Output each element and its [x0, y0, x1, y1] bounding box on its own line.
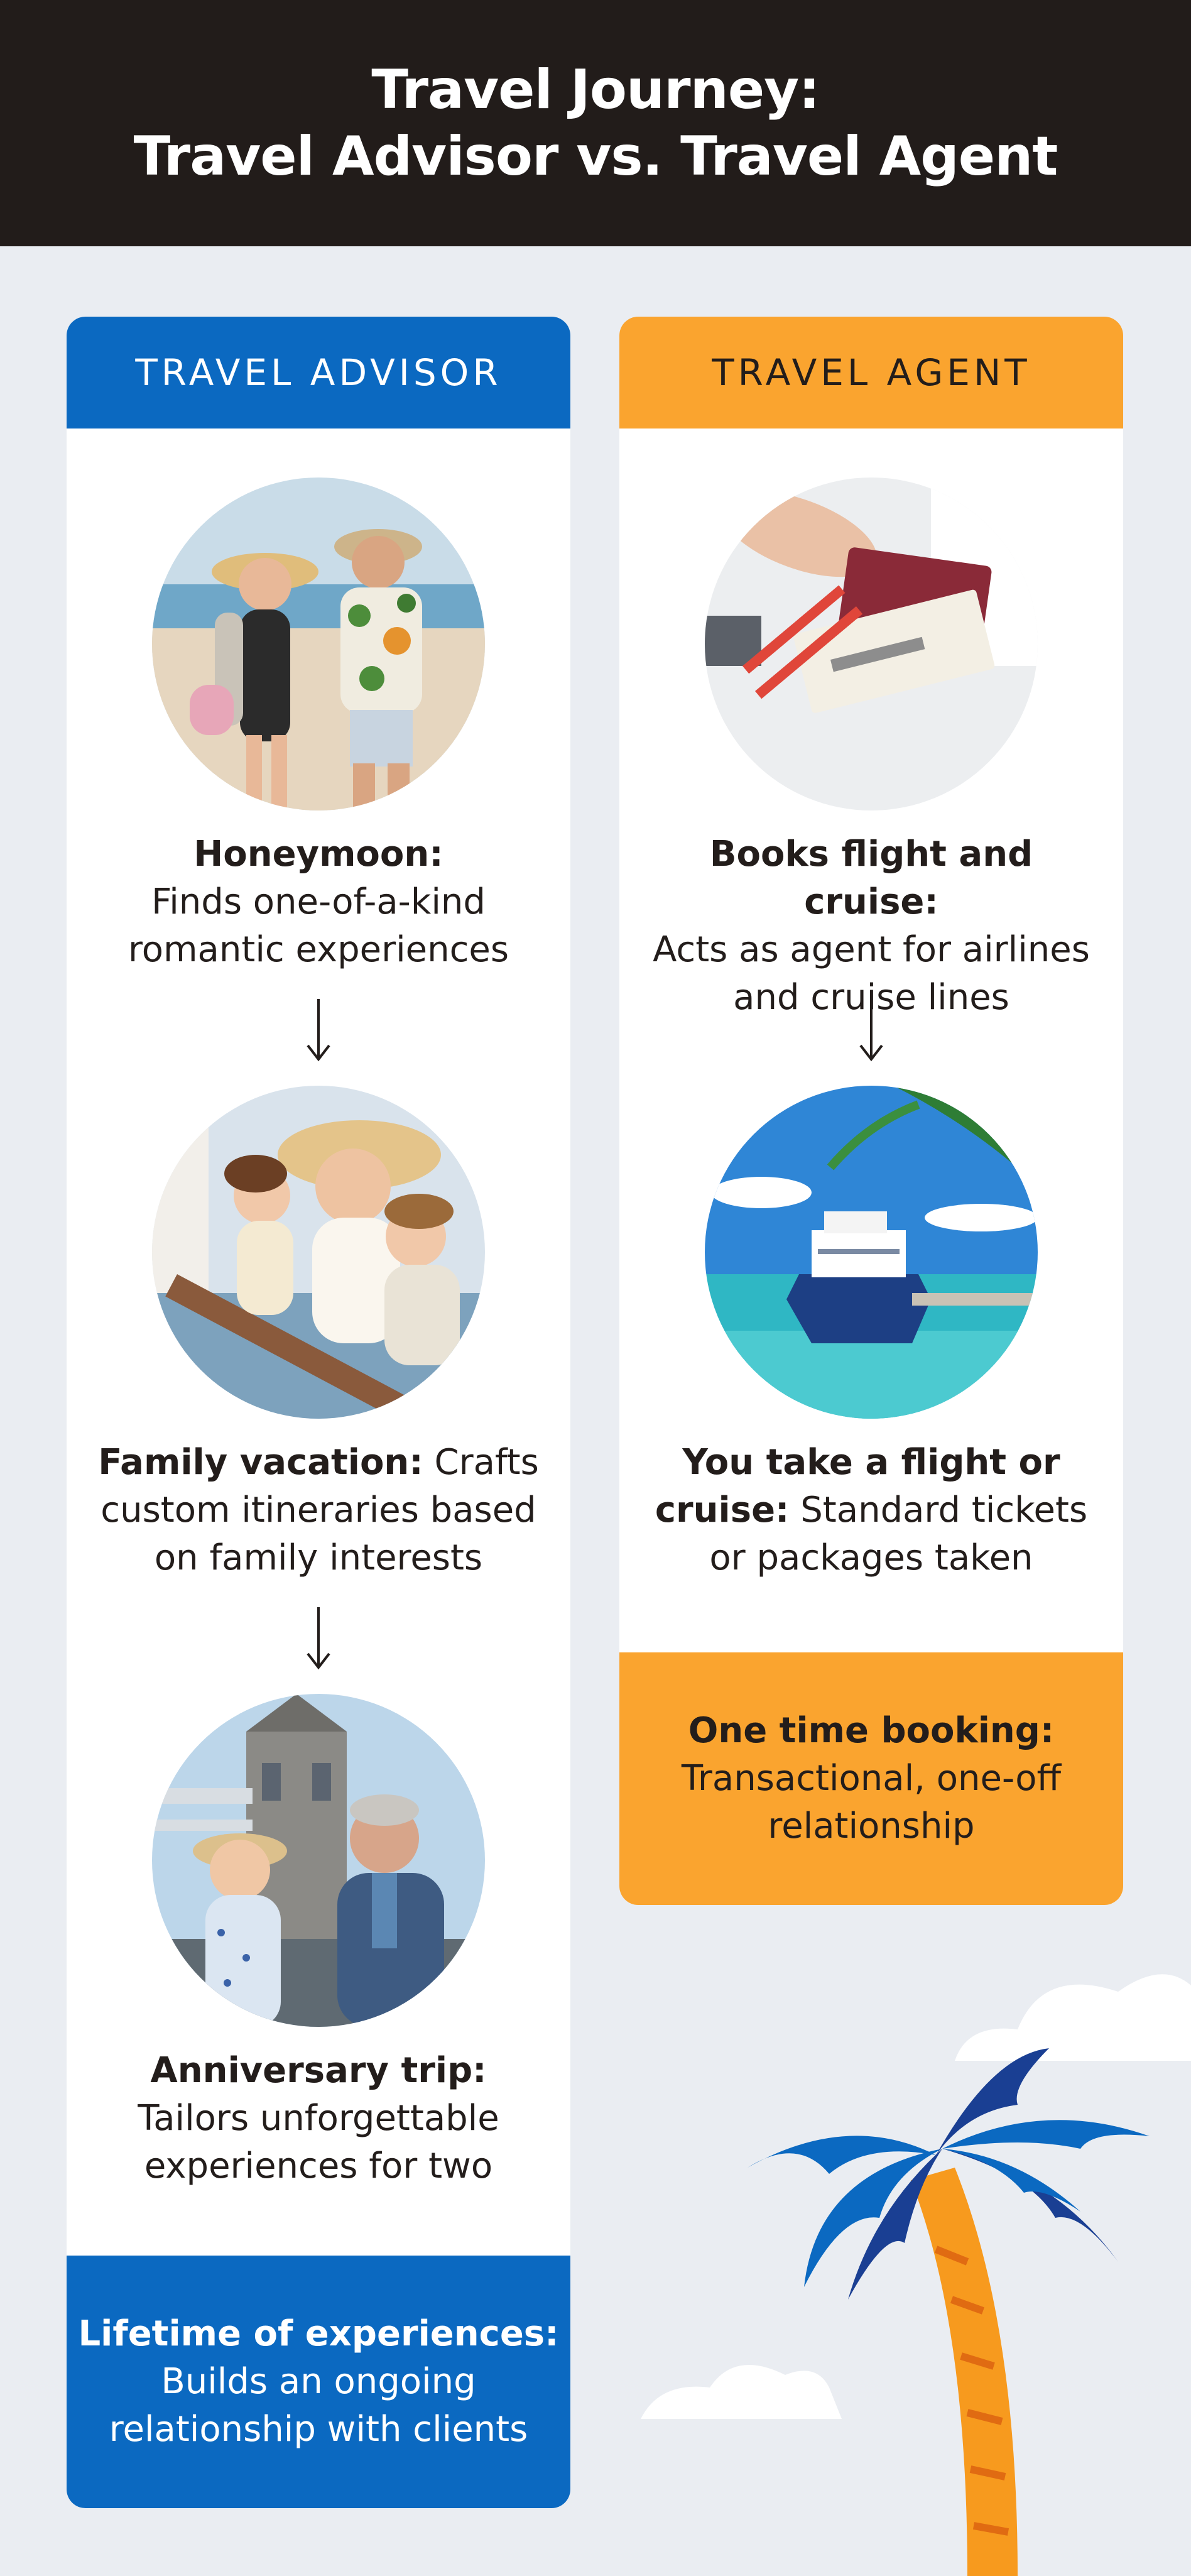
- take-flight-text-line2: or packages taken: [709, 1537, 1033, 1578]
- anniversary-text-line1: Tailors unforgettable: [138, 2098, 499, 2139]
- cruise-photo-illustration: [705, 1086, 1038, 1419]
- passport-photo-illustration: [705, 478, 1038, 810]
- family-photo-illustration: [152, 1086, 485, 1419]
- honeymoon-text-line2: romantic experiences: [128, 929, 509, 970]
- cruise-ship-photo: [705, 1086, 1038, 1419]
- down-arrow-icon: [307, 1607, 330, 1670]
- family-vacation-title-rest: Crafts: [423, 1442, 539, 1483]
- family-vacation-text-line2: on family interests: [154, 1537, 483, 1578]
- take-flight-title: You take a flight or: [682, 1442, 1060, 1483]
- anniversary-text-line2: experiences for two: [144, 2146, 493, 2186]
- advisor-footer: Lifetime of experiences: Builds an ongoi…: [67, 2256, 570, 2508]
- take-flight-title2-rest: Standard tickets: [789, 1490, 1088, 1531]
- honeymoon-caption: Honeymoon: Finds one-of-a-kind romantic …: [92, 831, 545, 974]
- page-title-line1: Travel Journey:: [371, 58, 820, 121]
- books-flight-title: Books flight and cruise:: [709, 834, 1033, 922]
- anniversary-trip-photo: [152, 1694, 485, 2027]
- agent-footer: One time booking: Transactional, one-off…: [619, 1652, 1123, 1905]
- passport-ticket-photo: [705, 478, 1038, 810]
- anniversary-caption: Anniversary trip: Tailors unforgettable …: [92, 2047, 545, 2190]
- advisor-footer-line2: relationship with clients: [109, 2409, 528, 2450]
- family-vacation-title: Family vacation:: [98, 1442, 423, 1483]
- palm-tree-illustration: [641, 1974, 1191, 2576]
- advisor-heading: TRAVEL ADVISOR: [67, 317, 570, 428]
- books-flight-text-line1: Acts as agent for airlines: [653, 929, 1090, 970]
- take-flight-caption: You take a flight or cruise: Standard ti…: [644, 1439, 1098, 1582]
- honeymoon-text-line1: Finds one-of-a-kind: [151, 881, 486, 922]
- agent-heading: TRAVEL AGENT: [619, 317, 1123, 428]
- family-vacation-text-line1: custom itineraries based: [101, 1490, 536, 1531]
- agent-footer-title: One time booking:: [688, 1710, 1055, 1751]
- page-title-line2: Travel Advisor vs. Travel Agent: [133, 125, 1058, 188]
- honeymoon-couple-photo: [152, 478, 485, 810]
- family-vacation-photo: [152, 1086, 485, 1419]
- anniversary-title: Anniversary trip:: [150, 2050, 487, 2091]
- anniversary-photo-illustration: [152, 1694, 485, 2027]
- advisor-column: TRAVEL ADVISOR Honeymoon: Finds one-of-a…: [67, 317, 570, 2508]
- agent-column: TRAVEL AGENT Books flight and cruise: Ac…: [619, 317, 1123, 1905]
- advisor-footer-line1: Builds an ongoing: [161, 2361, 476, 2402]
- honeymoon-title: Honeymoon:: [193, 834, 443, 875]
- agent-footer-line2: relationship: [768, 1806, 975, 1847]
- honeymoon-photo-illustration: [152, 478, 485, 810]
- page-header: Travel Journey: Travel Advisor vs. Trave…: [0, 0, 1191, 246]
- down-arrow-icon: [307, 999, 330, 1062]
- family-vacation-caption: Family vacation: Crafts custom itinerari…: [92, 1439, 545, 1582]
- agent-footer-line1: Transactional, one-off: [681, 1758, 1062, 1799]
- advisor-footer-title: Lifetime of experiences:: [78, 2313, 559, 2354]
- down-arrow-icon: [859, 999, 883, 1062]
- books-flight-caption: Books flight and cruise: Acts as agent f…: [644, 831, 1098, 1022]
- take-flight-title2: cruise:: [655, 1490, 790, 1531]
